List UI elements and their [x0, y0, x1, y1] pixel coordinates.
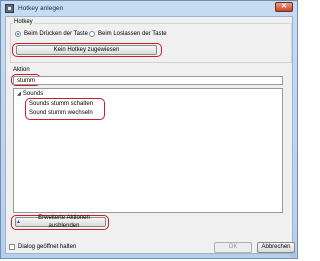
tree-node-sounds-label: Sounds	[22, 91, 44, 97]
radio-on-release[interactable]: Beim Loslassen der Taste	[89, 31, 167, 37]
resize-grip-icon[interactable]	[290, 251, 296, 257]
keep-open-checkbox[interactable]	[9, 244, 15, 250]
action-search-input[interactable]	[13, 76, 283, 85]
tree-item[interactable]: Sound stumm wechseln	[29, 110, 93, 116]
radio-on-press[interactable]: Beim Drücken der Taste	[15, 31, 88, 37]
assign-hotkey-button[interactable]: Kein Hotkey zugewiesen	[16, 45, 157, 55]
title-bar[interactable]: Hotkey anlegen ✕	[1, 1, 297, 16]
collapse-triangle-icon[interactable]: ◢	[17, 91, 21, 97]
radio-on-release-indicator[interactable]	[89, 31, 95, 37]
action-group-label: Aktion	[13, 67, 30, 73]
toggle-advanced-label: Erweiterte Aktionen ausblenden	[38, 215, 90, 229]
tree-item[interactable]: Sounds stumm schalten	[29, 101, 93, 107]
collapse-arrow-icon: ▲	[16, 219, 21, 225]
toggle-advanced-button[interactable]: ▲ Erweiterte Aktionen ausblenden	[15, 215, 106, 229]
radio-on-release-label: Beim Loslassen der Taste	[98, 31, 167, 37]
hotkey-group-label: Hotkey	[13, 19, 34, 25]
window-title: Hotkey anlegen	[18, 5, 64, 12]
dialog-window: Hotkey anlegen ✕ Hotkey Beim Drücken der…	[0, 0, 298, 259]
tree-node-sounds[interactable]: ◢ Sounds	[17, 91, 43, 97]
radio-on-press-indicator[interactable]	[15, 31, 21, 37]
action-tree[interactable]: ◢ Sounds Sounds stumm schalten Sound stu…	[13, 88, 283, 213]
radio-on-press-label: Beim Drücken der Taste	[24, 31, 88, 37]
ok-button[interactable]: OK	[214, 242, 252, 253]
keep-open-checkbox-row[interactable]: Dialog geöffnet halten	[9, 244, 76, 250]
keep-open-label: Dialog geöffnet halten	[18, 244, 77, 250]
close-button[interactable]: ✕	[275, 2, 293, 12]
hotkey-icon	[5, 4, 14, 13]
